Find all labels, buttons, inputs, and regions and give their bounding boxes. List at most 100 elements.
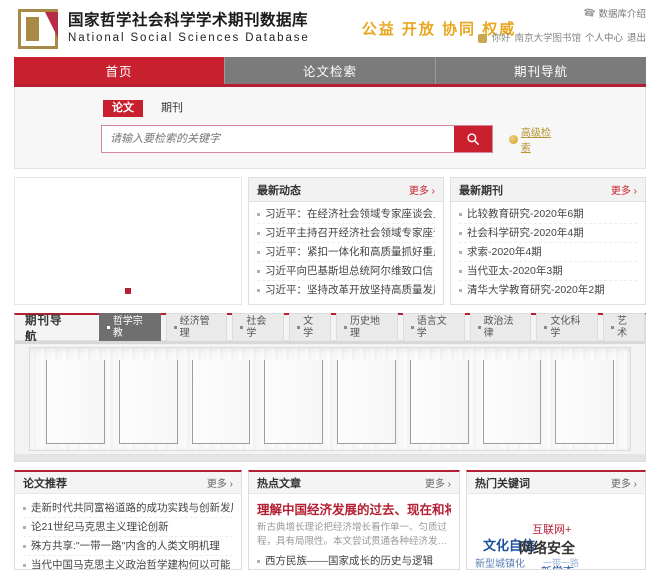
bullet-icon: [257, 269, 260, 273]
list-item[interactable]: 习近平向巴基斯坦总统阿尔维致口信: [257, 262, 435, 281]
journal-item-text: 求索-2020年4期: [467, 245, 542, 258]
hot-feature-title[interactable]: 理解中国经济发展的过去、现在和将...: [257, 499, 451, 518]
list-item[interactable]: 求索-2020年4期: [459, 243, 637, 262]
list-item[interactable]: 论21世纪马克思主义理论创新: [23, 518, 233, 537]
nav-item-paper-search[interactable]: 论文检索: [225, 57, 436, 84]
advanced-search-link[interactable]: 高级检索: [521, 124, 559, 154]
keywords-panel-more[interactable]: 更多 ›: [611, 475, 637, 490]
journal-tab-label: 社会学: [246, 315, 267, 339]
journal-tab-literature[interactable]: 文学: [289, 312, 332, 343]
list-item[interactable]: 清华大学教育研究-2020年2期: [459, 281, 637, 300]
journal-tab-sociology[interactable]: 社会学: [232, 312, 285, 343]
list-item[interactable]: 习近平主持召开经济社会领域专家座谈会并发: [257, 224, 435, 243]
journals-panel-more[interactable]: 更多 ›: [611, 182, 637, 197]
nav-item-journal-nav[interactable]: 期刊导航: [436, 57, 646, 84]
header-utility-area: ☎ 数据库介绍 你好 南京大学图书馆 个人中心 退出: [478, 6, 646, 44]
keyword-1[interactable]: 互联网+: [532, 525, 571, 536]
journal-tab-culture-science[interactable]: 文化科学: [536, 312, 599, 343]
journal-tab-label: 文学: [303, 315, 314, 339]
recommend-panel-title: 论文推荐: [23, 477, 67, 490]
journal-bookshelf: [15, 341, 645, 461]
bullet-icon: [459, 212, 462, 216]
site-logo-text[interactable]: 国家哲学社会科学学术期刊数据库 National Social Sciences…: [68, 12, 310, 45]
journal-tab-politics-law[interactable]: 政治法律: [469, 312, 532, 343]
list-item[interactable]: 当代亚太-2020年3期: [459, 262, 637, 281]
dot-icon: [106, 326, 110, 329]
keyword-3[interactable]: 网络安全: [519, 541, 575, 555]
journal-item-text: 清华大学教育研究-2020年2期: [467, 284, 605, 296]
dot-icon: [173, 326, 177, 329]
search-box: [101, 125, 494, 153]
user-center-link[interactable]: 个人中心: [585, 30, 623, 44]
banner-carousel[interactable]: [14, 177, 242, 305]
journal-cover-slot[interactable]: [337, 360, 396, 444]
hot-panel-more[interactable]: 更多 ›: [425, 475, 451, 490]
list-item[interactable]: 社会科学研究-2020年4期: [459, 224, 637, 243]
search-input[interactable]: [102, 126, 455, 152]
list-item[interactable]: 习近平：坚持改革开放坚持高质量发展 在加快: [257, 281, 435, 300]
dot-icon: [240, 326, 244, 329]
hot-keywords-panel: 热门关键词 更多 › 互联网+文化自信网络安全新型城镇化一带一路新常态意识形态法…: [466, 470, 646, 570]
list-item[interactable]: 当代中国马克思主义政治哲学建构何以可能: [23, 556, 233, 569]
latest-journals-panel: 最新期刊 更多 › 比较教育研究-2020年6期 社会科学研究-2020年4期 …: [450, 177, 646, 305]
db-intro-link[interactable]: 数据库介绍: [598, 6, 646, 20]
recommend-list: 走新时代共同富裕道路的成功实践与创新发展——... 论21世纪马克思主义理论创新…: [15, 494, 241, 569]
list-item[interactable]: 走新时代共同富裕道路的成功实践与创新发展——...: [23, 499, 233, 518]
journal-tab-label: 哲学宗教: [112, 315, 143, 339]
hot-item-text: 西方民族——国家成长的历史与逻辑: [265, 555, 433, 568]
dot-icon: [544, 326, 548, 329]
site-title-cn: 国家哲学社会科学学术期刊数据库: [68, 11, 309, 29]
search-button[interactable]: [454, 126, 493, 152]
keyword-6[interactable]: 新常态: [541, 567, 574, 570]
journal-cover-slot[interactable]: [264, 360, 323, 444]
news-list: 习近平：在经济社会领域专家座谈会上的讲话 习近平主持召开经济社会领域专家座谈会并…: [249, 202, 443, 304]
journal-cover-slot[interactable]: [191, 360, 251, 444]
journal-item-text: 比较教育研究-2020年6期: [467, 207, 584, 220]
bullet-icon: [23, 506, 26, 510]
carousel-dot-1[interactable]: [125, 288, 131, 294]
journal-tab-philosophy[interactable]: 哲学宗教: [98, 312, 161, 343]
hot-feature-desc: 新古典增长理论把经济增长看作单一、匀质过程，具有局限性。本文尝试贯通各种经济发展…: [257, 522, 448, 547]
list-item[interactable]: 习近平：在经济社会领域专家座谈会上的讲话: [257, 205, 435, 224]
news-item-text: 习近平：紧扣一体化和高质量抓好重点工作 推: [265, 245, 435, 258]
journal-tab-economics[interactable]: 经济管理: [165, 312, 228, 343]
journal-cover-slot[interactable]: [46, 360, 105, 444]
news-item-text: 习近平：在经济社会领域专家座谈会上的讲话: [265, 207, 435, 220]
search-section: 论文 期刊 高级检索: [14, 87, 646, 169]
news-panel-more[interactable]: 更多 ›: [409, 182, 435, 197]
recommend-item-text: 走新时代共同富裕道路的成功实践与创新发展——...: [31, 501, 233, 514]
bullet-icon: [257, 560, 260, 564]
journal-tab-art[interactable]: 艺术: [603, 312, 645, 343]
search-tab-journal[interactable]: 期刊: [152, 100, 192, 117]
advanced-search-area[interactable]: 高级检索: [509, 124, 559, 154]
journal-cover-slot[interactable]: [555, 360, 614, 444]
dot-icon: [611, 326, 615, 329]
hot-panel-title: 热点文章: [257, 477, 301, 490]
search-icon: [467, 133, 480, 146]
bullet-icon: [257, 250, 260, 254]
list-item[interactable]: 殊方共享:"一带一路"内含的人类文明机理: [23, 537, 233, 556]
list-item[interactable]: 习近平：紧扣一体化和高质量抓好重点工作 推: [257, 243, 435, 262]
keyword-4[interactable]: 新型城镇化: [475, 560, 525, 570]
bullet-icon: [459, 289, 462, 292]
journal-tab-linguistics[interactable]: 语言文学: [402, 312, 465, 343]
journal-cover-slot[interactable]: [482, 360, 542, 444]
list-item[interactable]: 比较教育研究-2020年6期: [459, 205, 637, 224]
journal-cover-slot[interactable]: [409, 360, 469, 444]
site-logo-icon[interactable]: [18, 8, 58, 49]
journal-cover-slot[interactable]: [118, 360, 178, 444]
search-tab-paper[interactable]: 论文: [103, 100, 143, 117]
news-panel: 最新动态 更多 › 习近平：在经济社会领域专家座谈会上的讲话 习近平主持召开经济…: [248, 177, 444, 305]
journal-tab-history-geography[interactable]: 历史地理: [336, 312, 398, 343]
journal-nav-title: 期刊导航: [25, 314, 63, 343]
phone-icon: ☎: [582, 6, 597, 20]
journals-panel-title: 最新期刊: [459, 184, 503, 197]
nav-item-home[interactable]: 首页: [14, 57, 225, 84]
logout-link[interactable]: 退出: [627, 30, 646, 44]
recommend-panel-more[interactable]: 更多 ›: [207, 475, 233, 490]
journal-category-tabs: 哲学宗教 经济管理 社会学 文学 历史地理 语言文学 政治法律 文化科学 艺术: [98, 312, 645, 343]
journal-item-text: 社会科学研究-2020年4期: [467, 226, 584, 239]
main-nav: 首页 论文检索 期刊导航: [14, 57, 646, 87]
list-item[interactable]: 西方民族——国家成长的历史与逻辑: [257, 553, 451, 569]
recommend-item-text: 当代中国马克思主义政治哲学建构何以可能: [31, 558, 231, 570]
